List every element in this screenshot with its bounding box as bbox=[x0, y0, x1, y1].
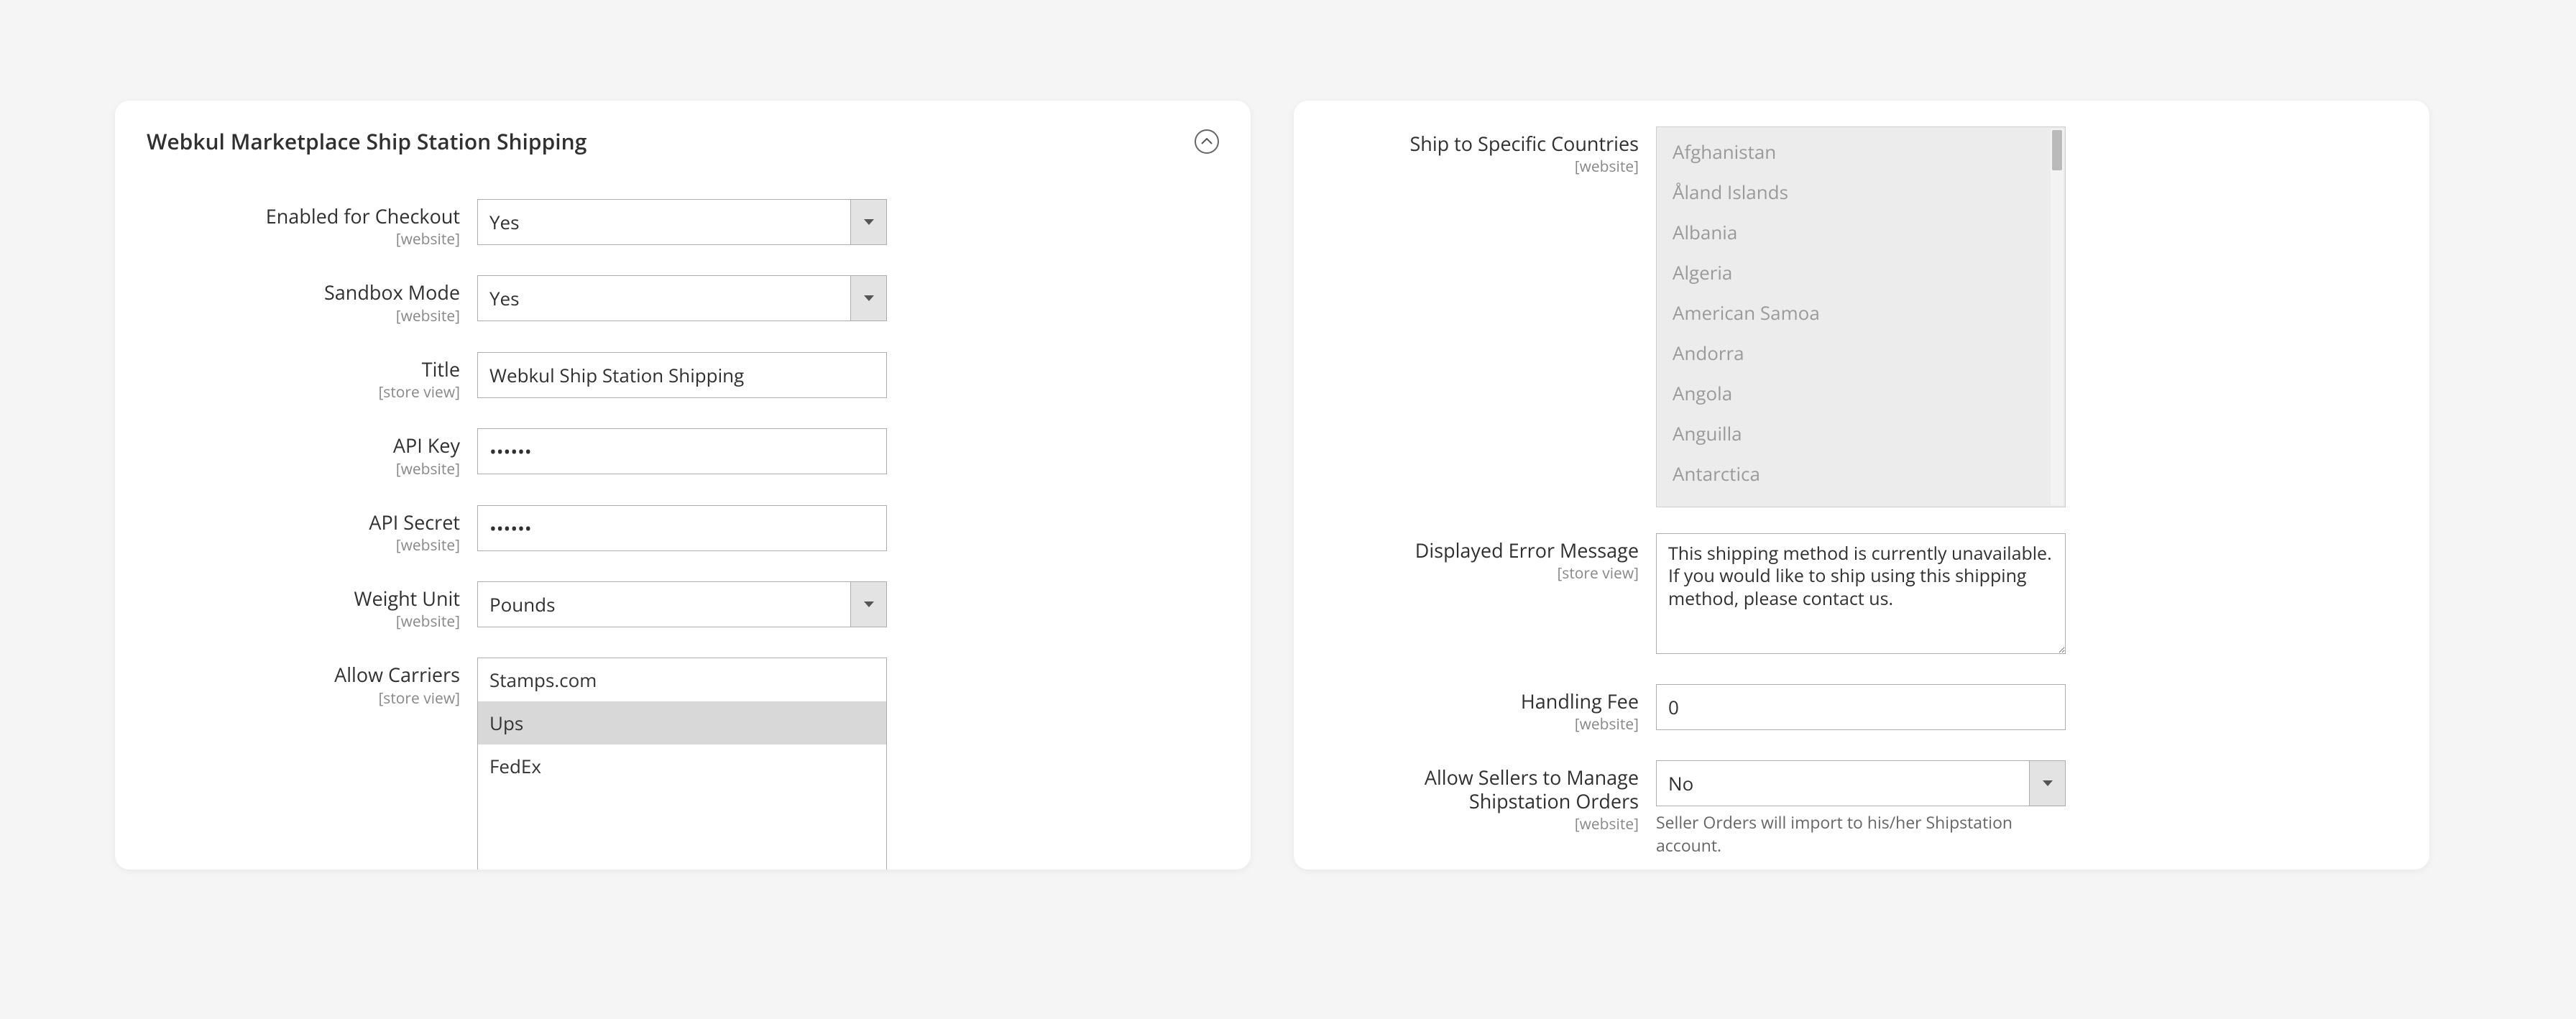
label-enabled-checkout: Enabled for Checkout [website] bbox=[147, 199, 477, 249]
country-option[interactable]: Angola bbox=[1657, 373, 2065, 413]
label-handling-fee: Handling Fee [website] bbox=[1325, 684, 1656, 734]
input-title[interactable] bbox=[477, 352, 887, 398]
carrier-option[interactable]: Ups bbox=[478, 701, 886, 744]
row-ship-countries: Ship to Specific Countries [website] Afg… bbox=[1325, 126, 2398, 507]
row-error-message: Displayed Error Message [store view] bbox=[1325, 533, 2398, 657]
chevron-down-icon[interactable] bbox=[850, 200, 886, 244]
row-sandbox-mode: Sandbox Mode [website] Yes bbox=[147, 275, 1219, 326]
row-api-key: API Key [website] bbox=[147, 428, 1219, 479]
row-weight-unit: Weight Unit [website] Pounds bbox=[147, 581, 1219, 632]
label-allow-manage: Allow Sellers to Manage Shipstation Orde… bbox=[1325, 760, 1656, 834]
label-error-message: Displayed Error Message [store view] bbox=[1325, 533, 1656, 584]
select-allow-manage[interactable]: No bbox=[1656, 760, 2066, 806]
row-enabled-checkout: Enabled for Checkout [website] Yes bbox=[147, 199, 1219, 249]
section-header: Webkul Marketplace Ship Station Shipping bbox=[147, 126, 1219, 156]
country-option[interactable]: Anguilla bbox=[1657, 413, 2065, 453]
collapse-icon[interactable] bbox=[1195, 129, 1219, 154]
label-api-secret: API Secret [website] bbox=[147, 505, 477, 555]
hint-allow-manage: Seller Orders will import to his/her Shi… bbox=[1656, 811, 2066, 857]
row-title: Title [store view] bbox=[147, 352, 1219, 402]
select-weight-unit[interactable]: Pounds bbox=[477, 581, 887, 627]
multiselect-ship-countries[interactable]: AfghanistanÅland IslandsAlbaniaAlgeriaAm… bbox=[1656, 126, 2066, 507]
label-allow-carriers: Allow Carriers [store view] bbox=[147, 658, 477, 708]
select-enabled-checkout[interactable]: Yes bbox=[477, 199, 887, 245]
select-sandbox-mode[interactable]: Yes bbox=[477, 275, 887, 321]
country-option[interactable]: Algeria bbox=[1657, 252, 2065, 292]
row-allow-carriers: Allow Carriers [store view] Stamps.comUp… bbox=[147, 658, 1219, 870]
textarea-error-message[interactable] bbox=[1656, 533, 2066, 654]
multiselect-allow-carriers[interactable]: Stamps.comUpsFedEx bbox=[477, 658, 887, 870]
carrier-option[interactable]: FedEx bbox=[478, 744, 886, 788]
row-api-secret: API Secret [website] bbox=[147, 505, 1219, 555]
country-option[interactable]: Antigua & Barbuda bbox=[1657, 494, 2065, 507]
chevron-down-icon[interactable] bbox=[2029, 761, 2065, 806]
input-handling-fee[interactable] bbox=[1656, 684, 2066, 730]
label-weight-unit: Weight Unit [website] bbox=[147, 581, 477, 632]
label-api-key: API Key [website] bbox=[147, 428, 477, 479]
input-api-key[interactable] bbox=[477, 428, 887, 474]
input-api-secret[interactable] bbox=[477, 505, 887, 551]
country-option[interactable]: Antarctica bbox=[1657, 453, 2065, 494]
scrollbar-thumb[interactable] bbox=[2052, 130, 2062, 170]
config-panel-right: Ship to Specific Countries [website] Afg… bbox=[1294, 101, 2429, 870]
label-ship-countries: Ship to Specific Countries [website] bbox=[1325, 126, 1656, 177]
carrier-option[interactable]: Stamps.com bbox=[478, 658, 886, 701]
country-option[interactable]: Afghanistan bbox=[1657, 132, 2065, 172]
scrollbar[interactable] bbox=[2051, 129, 2064, 505]
section-title: Webkul Marketplace Ship Station Shipping bbox=[147, 126, 586, 156]
country-option[interactable]: American Samoa bbox=[1657, 292, 2065, 333]
country-option[interactable]: Albania bbox=[1657, 212, 2065, 252]
country-option[interactable]: Andorra bbox=[1657, 333, 2065, 373]
chevron-down-icon[interactable] bbox=[850, 276, 886, 321]
label-title: Title [store view] bbox=[147, 352, 477, 402]
country-option[interactable]: Åland Islands bbox=[1657, 172, 2065, 212]
row-handling-fee: Handling Fee [website] bbox=[1325, 684, 2398, 734]
config-panel-left: Webkul Marketplace Ship Station Shipping… bbox=[115, 101, 1251, 870]
row-allow-manage: Allow Sellers to Manage Shipstation Orde… bbox=[1325, 760, 2398, 857]
label-sandbox-mode: Sandbox Mode [website] bbox=[147, 275, 477, 326]
chevron-down-icon[interactable] bbox=[850, 582, 886, 627]
